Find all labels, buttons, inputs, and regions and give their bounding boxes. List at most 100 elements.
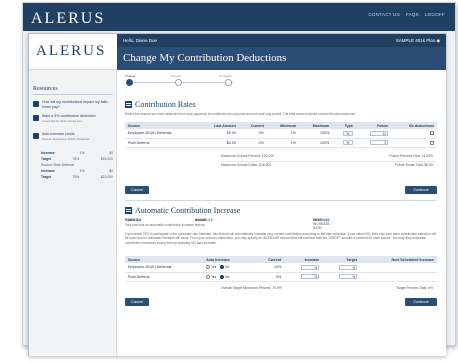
- last-amount-cell: $0.00: [197, 138, 239, 148]
- auto-increase-cell: Yes No: [203, 263, 255, 273]
- last-amount-cell: $0.00: [197, 129, 239, 139]
- future-input[interactable]: 0: [370, 140, 389, 145]
- maximum-cell: 100%: [298, 129, 333, 139]
- auto-increase-cell: Yes No: [203, 272, 255, 282]
- col-maximum: Maximum: [298, 122, 333, 129]
- limits-table: Increase 1% $0 Target 75% $15,000 Source: Ro…: [41, 150, 113, 180]
- no-label: No: [225, 274, 230, 279]
- increase-cell: %: [284, 272, 323, 282]
- calculator-icon: [33, 101, 39, 107]
- no-deductions-cell: [391, 129, 437, 139]
- totals-row: Maximum Overall Percent: 100.0% Future P…: [125, 154, 437, 161]
- sidebar-item-deduction[interactable]: Want a 3% contribution deduction select t…: [33, 114, 113, 123]
- col-minimum: Minimum: [266, 122, 299, 129]
- minimum-cell: 1%: [266, 129, 299, 139]
- auto-cancel-button[interactable]: Cancel: [125, 298, 149, 306]
- max-overall-percent: Maximum Overall Percent: 100.0%: [221, 154, 274, 158]
- yes-label: Yes: [211, 265, 217, 270]
- step-complete-dot: [225, 79, 232, 86]
- step-review-dot: [175, 79, 182, 86]
- target-input[interactable]: %: [339, 264, 358, 270]
- sidebar-item-label: How will my contributions impact my take…: [42, 100, 109, 109]
- future-input[interactable]: 10: [370, 130, 389, 136]
- top-links: CONTACT US FAQS LOGOFF: [368, 12, 445, 17]
- future-dollar-total: Future Dollar Total: $0.00: [394, 163, 433, 167]
- current-cell: 10%: [254, 263, 285, 273]
- background-logo: ALERUS: [31, 10, 106, 27]
- col-auto-increase: Auto Increase: [203, 256, 255, 263]
- logo-area: ALERUS: [29, 34, 117, 70]
- no-radio[interactable]: [220, 274, 225, 279]
- status-label: STATUS:: [125, 218, 139, 222]
- rates-header-row: Source Last Amount Current Minimum Maxim…: [125, 122, 437, 129]
- sidebar-item-auto-limits[interactable]: Auto Increase Limits Source: Employee 401…: [33, 132, 113, 141]
- col-current: Current: [238, 122, 267, 129]
- current-cell: 0%: [254, 272, 285, 282]
- future-cell: 10: [355, 129, 392, 139]
- totals-row: Overall Target Maximum Percent: 75.0% Ta…: [125, 286, 437, 293]
- current-cell: 0%: [238, 138, 267, 148]
- faqs-link[interactable]: FAQS: [406, 12, 419, 17]
- logoff-link[interactable]: LOGOFF: [425, 12, 445, 17]
- yes-radio[interactable]: [206, 274, 211, 279]
- auto-header: Automatic Contribution Increase: [125, 206, 240, 215]
- overall-target-max: Overall Target Maximum Percent: 75.0%: [221, 286, 282, 290]
- type-select[interactable]: %: [342, 130, 353, 136]
- target-cell: %: [322, 272, 361, 282]
- rates-continue-button[interactable]: Continue: [405, 186, 437, 194]
- col-type: Type: [332, 122, 356, 129]
- background-header: ALERUS CONTACT US FAQS LOGOFF: [23, 3, 455, 31]
- rates-header: Contribution Rates: [125, 100, 196, 109]
- target-input[interactable]: %: [339, 274, 358, 279]
- col-future: Future: [355, 122, 392, 129]
- greeting-bar: Hello, Diane Doe SAMPLE 401k Plan ◆: [117, 34, 446, 47]
- list-icon: [125, 101, 132, 108]
- increase-input[interactable]: %: [301, 264, 320, 270]
- no-deductions-checkbox[interactable]: [430, 131, 434, 136]
- auto-continue-button[interactable]: Continue: [405, 298, 437, 306]
- col-next-scheduled: Next Scheduled Increase: [360, 256, 437, 263]
- source-cell: Employee 401(K) Deferrals: [125, 263, 204, 273]
- increase-input[interactable]: %: [301, 274, 320, 279]
- next-scheduled-cell: [360, 263, 437, 273]
- no-deductions-cell: [391, 138, 437, 148]
- main-content: Change Review Complete Contribution Rate…: [117, 70, 446, 356]
- table-row: Employee 401(K) Deferrals $0.00 0% 1% 10…: [125, 129, 437, 139]
- table-row: Roth Deferral Yes No 0% % %: [125, 272, 437, 282]
- type-cell: %: [332, 138, 356, 148]
- yes-radio[interactable]: [206, 265, 211, 270]
- auto-table: Source Auto Increase Current Increase Ta…: [125, 256, 437, 282]
- schedule-label: SCHEDULE:: [195, 218, 214, 222]
- no-deductions-checkbox[interactable]: [430, 140, 434, 145]
- progress-steps: Change Review Complete: [125, 74, 235, 94]
- col-increase: Increase: [284, 256, 323, 263]
- sidebar-item-sub: Source: Employee 401(K) Deferrals: [42, 136, 90, 141]
- maximum-cell: 100%: [298, 138, 333, 148]
- step-review-label: Review: [171, 74, 181, 78]
- target-cell: %: [322, 263, 361, 273]
- yes-label: Yes: [211, 274, 217, 279]
- future-cell: 0: [355, 138, 392, 148]
- sidebar-item-take-home[interactable]: How will my contributions impact my take…: [33, 100, 113, 109]
- no-radio[interactable]: [220, 265, 225, 270]
- alerus-logo[interactable]: ALERUS: [36, 43, 106, 60]
- rates-description: Select the amount you want deducted from…: [125, 112, 357, 116]
- table-row: Employee 401(K) Deferrals Yes No 10% % %: [125, 263, 437, 273]
- title-bar: Change My Contribution Deductions: [117, 47, 446, 70]
- sidebar-item-sub: select this for dates these tres: [42, 118, 82, 123]
- rates-table: Source Last Amount Current Minimum Maxim…: [125, 122, 437, 148]
- col-last-amount: Last Amount: [197, 122, 239, 129]
- auto-totals: Overall Target Maximum Percent: 75.0% Ta…: [125, 286, 437, 294]
- type-select[interactable]: %: [342, 140, 353, 145]
- next-scheduled-cell: [360, 272, 437, 282]
- resources-heading: Resources: [33, 86, 58, 92]
- source-cell: Roth Deferral: [125, 138, 198, 148]
- rates-cancel-button[interactable]: Cancel: [125, 186, 149, 194]
- contact-us-link[interactable]: CONTACT US: [368, 12, 399, 17]
- source-cell: Roth Deferral: [125, 272, 204, 282]
- rates-title: Contribution Rates: [135, 100, 196, 109]
- list-icon: [125, 207, 132, 214]
- plan-selector[interactable]: SAMPLE 401k Plan ◆: [396, 38, 440, 44]
- auto-description: If you select YES to participate in the …: [125, 232, 436, 245]
- auto-header-row: Source Auto Increase Current Increase Ta…: [125, 256, 437, 263]
